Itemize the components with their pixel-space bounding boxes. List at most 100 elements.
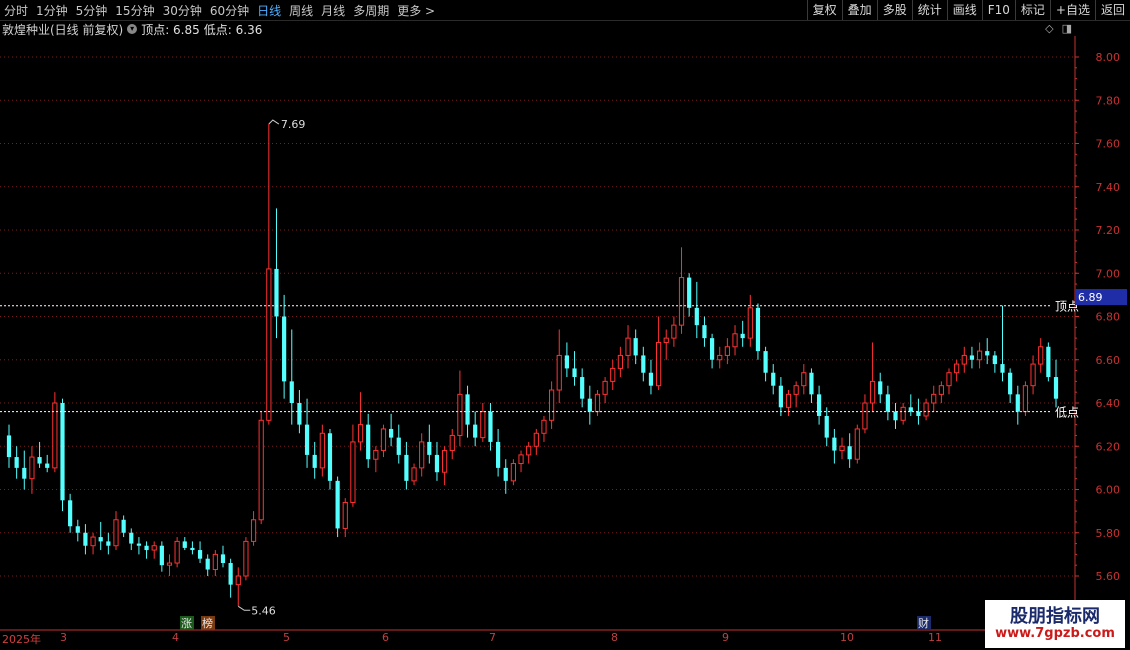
menu-dot-icon[interactable]: ▾ — [127, 24, 138, 34]
candle-body — [747, 307, 753, 339]
candle-body — [258, 419, 264, 521]
candle-body — [740, 333, 745, 339]
candle-body — [106, 541, 111, 546]
tool-buttons: 复权 叠加 多股 统计 画线 F10 标记 +自选 返回 — [806, 0, 1130, 20]
candle-body — [580, 377, 585, 399]
candle-body — [938, 385, 944, 395]
candle-body — [602, 380, 608, 395]
candle-body — [518, 454, 524, 465]
candle-body — [228, 563, 233, 585]
candle-body — [931, 393, 937, 404]
top-toolbar: 分时 1分钟 5分钟 15分钟 30分钟 60分钟 日线 周线 月线 多周期 更多 > 复权 叠加 多股… — [0, 0, 1130, 21]
candle-body — [182, 541, 187, 548]
candle-body — [1022, 385, 1029, 413]
candle-body — [816, 394, 822, 416]
candle-body — [205, 558, 210, 570]
low-arrow — [237, 605, 251, 611]
candle-body — [496, 441, 501, 468]
candle-body — [282, 316, 287, 382]
tool-button-7[interactable]: +自选 — [1049, 0, 1095, 20]
candle-body — [702, 325, 707, 339]
x-tick-label-5: 7 — [489, 631, 496, 644]
y-tick-label: 6.60 — [1096, 354, 1121, 367]
candle-body — [564, 355, 569, 369]
candle-body — [1008, 372, 1013, 395]
period-tabs: 分时 1分钟 5分钟 15分钟 30分钟 60分钟 日线 周线 月线 多周期 更多 > — [0, 0, 439, 20]
candle-body — [641, 355, 646, 373]
candle-body — [166, 562, 173, 566]
candle-body — [946, 372, 952, 387]
candle-body — [45, 463, 50, 468]
x-tick-label-1: 3 — [60, 631, 67, 644]
candle-body — [854, 428, 860, 460]
candle-body — [14, 457, 19, 468]
candle-body — [893, 411, 898, 421]
candle-body — [411, 467, 417, 482]
diamond-icon[interactable]: ◇ — [1045, 22, 1053, 35]
marker-2: 财 — [918, 616, 929, 630]
candle-body — [289, 381, 294, 403]
candle-body — [488, 411, 493, 442]
period-tab-3[interactable]: 15分钟 — [111, 2, 158, 19]
period-tab-6[interactable]: 日线 — [253, 2, 285, 19]
candle-body — [113, 519, 119, 547]
candle-body — [801, 372, 807, 387]
marker-1: 榜 — [202, 616, 213, 630]
period-tab-4[interactable]: 30分钟 — [159, 2, 206, 19]
tool-button-4[interactable]: 画线 — [946, 0, 982, 20]
candle-body — [449, 434, 455, 452]
x-tick-label-9: 11 — [928, 631, 942, 644]
candle-body — [832, 437, 837, 451]
x-tick-label-8: 10 — [840, 631, 854, 644]
candle-body — [785, 393, 792, 408]
period-tab-8[interactable]: 月线 — [317, 2, 349, 19]
candle-body — [29, 456, 35, 480]
x-axis: 2025年 3 4 5 6 7 8 9 10 11 — [0, 631, 1075, 650]
candle-body — [98, 537, 103, 542]
tool-button-2[interactable]: 多股 — [876, 0, 912, 20]
period-tab-2[interactable]: 5分钟 — [72, 2, 112, 19]
tool-button-6[interactable]: 标记 — [1014, 0, 1050, 20]
candle-body — [526, 445, 532, 456]
candle-body — [839, 445, 845, 452]
candle-body — [655, 341, 662, 387]
candle-body — [900, 406, 906, 421]
candle-body — [663, 337, 669, 343]
period-tab-7[interactable]: 周线 — [285, 2, 317, 19]
period-tab-10[interactable]: 更多 > — [393, 2, 439, 19]
panel-toggle-icon[interactable]: ◨ — [1062, 22, 1072, 35]
candle-body — [503, 467, 508, 481]
candle-body — [633, 338, 638, 356]
tool-button-1[interactable]: 叠加 — [841, 0, 877, 20]
candle-body — [985, 351, 990, 356]
candle-body — [144, 545, 149, 551]
tool-button-8[interactable]: 返回 — [1094, 0, 1130, 20]
candle-body — [1038, 346, 1044, 365]
candle-body — [389, 428, 394, 438]
candle-body — [869, 380, 876, 404]
candle-body — [541, 419, 547, 434]
tool-button-3[interactable]: 统计 — [911, 0, 947, 20]
candle-body — [587, 398, 592, 412]
y-tick-label: 8.00 — [1096, 51, 1121, 64]
candle-body — [671, 324, 677, 339]
tool-button-0[interactable]: 复权 — [806, 0, 842, 20]
candlestick-chart[interactable]: 8.00 7.80 7.60 7.40 7.20 7.00 6.80 6.60 6.40 6.20… — [0, 36, 1130, 631]
candle-body — [6, 435, 12, 458]
candle-body — [197, 550, 203, 559]
candle-body — [969, 355, 975, 360]
y-tick-label: 7.60 — [1096, 138, 1121, 151]
tool-button-5[interactable]: F10 — [981, 0, 1015, 20]
candle-body — [678, 277, 685, 326]
window-controls: ◇ ◨ — [1045, 22, 1072, 35]
period-tab-1[interactable]: 1分钟 — [32, 2, 72, 19]
period-tab-5[interactable]: 60分钟 — [206, 2, 253, 19]
candle-body — [274, 268, 279, 317]
y-tick-label: 6.40 — [1096, 397, 1121, 410]
candle-body — [404, 454, 409, 481]
period-tab-0[interactable]: 分时 — [0, 2, 32, 19]
period-tab-9[interactable]: 多周期 — [349, 2, 393, 19]
candle-body — [961, 354, 967, 365]
candle-body — [350, 441, 356, 503]
candle-body — [724, 346, 730, 356]
